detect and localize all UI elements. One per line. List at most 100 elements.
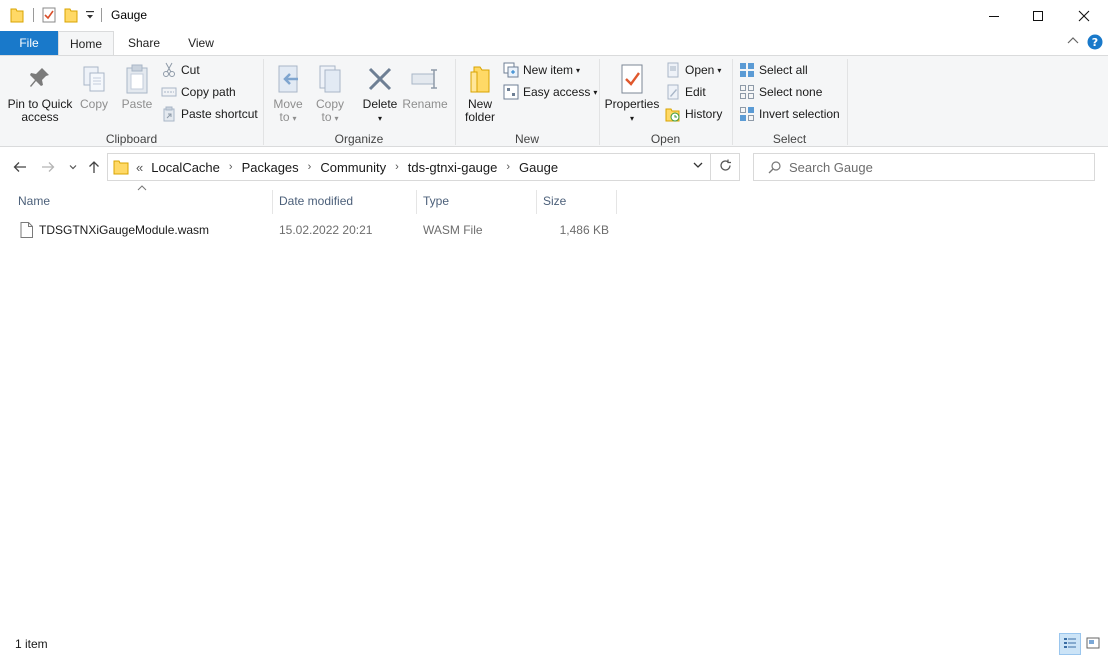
paste-shortcut-button[interactable]: Paste shortcut bbox=[161, 104, 258, 124]
copy-path-button[interactable]: Copy path bbox=[161, 82, 236, 102]
pin-to-quick-access-button[interactable]: Pin to Quick access bbox=[6, 60, 74, 124]
chevron-right-icon[interactable]: › bbox=[395, 161, 399, 173]
select-none-button[interactable]: Select none bbox=[739, 82, 822, 102]
large-icons-view-icon bbox=[1086, 637, 1100, 652]
open-button[interactable]: Open ▾ bbox=[665, 60, 721, 80]
back-arrow-icon[interactable] bbox=[9, 157, 31, 177]
table-row[interactable]: TDSGTNXiGaugeModule.wasm 15.02.2022 20:2… bbox=[16, 219, 616, 241]
help-icon[interactable]: ? bbox=[1087, 34, 1103, 53]
select-all-icon bbox=[739, 62, 755, 78]
edit-button[interactable]: Edit bbox=[665, 82, 706, 102]
maximize-button[interactable] bbox=[1015, 0, 1061, 31]
address-history-chevron-icon[interactable] bbox=[692, 160, 704, 173]
column-header-size[interactable]: Size bbox=[537, 187, 616, 215]
details-view-icon bbox=[1063, 637, 1077, 652]
scissors-icon bbox=[161, 62, 177, 78]
chevron-down-icon: ▾ bbox=[334, 114, 339, 123]
folder-icon[interactable] bbox=[10, 7, 24, 25]
rename-icon bbox=[402, 60, 448, 98]
details-view-button[interactable] bbox=[1059, 633, 1081, 655]
invert-selection-button[interactable]: Invert selection bbox=[739, 104, 840, 124]
open-icon bbox=[665, 62, 681, 78]
group-label-organize: Organize bbox=[334, 132, 384, 146]
breadcrumb-item[interactable]: tds-gtnxi-gauge bbox=[408, 160, 498, 175]
ribbon: Pin to Quick access Copy Paste Cut Copy … bbox=[0, 55, 1108, 147]
recent-locations-chevron-icon[interactable] bbox=[62, 157, 84, 177]
invert-selection-icon bbox=[739, 106, 755, 122]
easy-access-button[interactable]: Easy access ▾ bbox=[503, 82, 597, 102]
chevron-down-icon: ▾ bbox=[576, 65, 581, 75]
divider bbox=[33, 8, 34, 22]
copy-path-icon bbox=[161, 84, 177, 100]
copy-button[interactable]: Copy bbox=[76, 60, 112, 111]
breadcrumb-item[interactable]: Gauge bbox=[519, 160, 558, 175]
close-button[interactable] bbox=[1061, 0, 1107, 31]
chevron-down-icon: ▾ bbox=[717, 65, 722, 75]
copy-to-button[interactable]: Copy to ▾ bbox=[312, 60, 348, 125]
select-all-button[interactable]: Select all bbox=[739, 60, 808, 80]
breadcrumb-item[interactable]: Packages bbox=[242, 160, 299, 175]
select-none-icon bbox=[739, 84, 755, 100]
new-item-button[interactable]: New item ▾ bbox=[503, 60, 580, 80]
large-icons-view-button[interactable] bbox=[1082, 633, 1104, 655]
search-placeholder: Search Gauge bbox=[789, 159, 873, 175]
up-arrow-icon[interactable] bbox=[83, 157, 105, 177]
column-divider[interactable] bbox=[616, 190, 617, 214]
breadcrumb-item[interactable]: Community bbox=[320, 160, 386, 175]
file-date-modified: 15.02.2022 20:21 bbox=[279, 223, 373, 237]
title-bar: Gauge bbox=[0, 0, 1108, 31]
new-folder-icon[interactable] bbox=[64, 7, 78, 25]
file-type: WASM File bbox=[423, 223, 483, 237]
chevron-down-icon: ▾ bbox=[292, 114, 297, 123]
chevron-down-icon: ▾ bbox=[593, 87, 598, 97]
folder-icon bbox=[113, 159, 129, 175]
tab-share[interactable]: Share bbox=[118, 31, 170, 55]
move-to-icon bbox=[270, 60, 306, 98]
window-title: Gauge bbox=[111, 8, 148, 22]
collapse-ribbon-icon[interactable] bbox=[1067, 35, 1079, 49]
new-folder-icon bbox=[461, 60, 499, 98]
refresh-icon bbox=[719, 159, 732, 175]
file-name: TDSGTNXiGaugeModule.wasm bbox=[39, 223, 210, 237]
copy-to-icon bbox=[312, 60, 348, 98]
status-item-count: 1 item bbox=[15, 637, 48, 651]
history-button[interactable]: History bbox=[665, 104, 722, 124]
copy-icon bbox=[76, 60, 112, 98]
new-item-icon bbox=[503, 62, 519, 78]
move-to-button[interactable]: Move to ▾ bbox=[270, 60, 306, 125]
refresh-button[interactable] bbox=[711, 153, 740, 181]
svg-text:?: ? bbox=[1092, 36, 1098, 49]
file-size: 1,486 KB bbox=[559, 223, 609, 237]
file-icon bbox=[20, 222, 33, 238]
column-header-type[interactable]: Type bbox=[417, 187, 536, 215]
ribbon-tabs: File Home Share View ? bbox=[0, 31, 1108, 56]
tab-home[interactable]: Home bbox=[58, 31, 114, 56]
properties-icon[interactable] bbox=[42, 7, 56, 25]
column-header-name[interactable]: Name bbox=[12, 187, 272, 215]
chevron-right-icon[interactable]: › bbox=[308, 161, 312, 173]
group-divider bbox=[847, 59, 848, 145]
address-bar[interactable]: « LocalCache › Packages › Community › td… bbox=[107, 153, 711, 181]
properties-button[interactable]: Properties ▾ bbox=[604, 60, 660, 125]
chevron-right-icon[interactable]: › bbox=[229, 161, 233, 173]
tab-file[interactable]: File bbox=[0, 31, 58, 55]
search-input[interactable]: Search Gauge bbox=[753, 153, 1095, 181]
breadcrumb-item[interactable]: LocalCache bbox=[151, 160, 220, 175]
paste-shortcut-icon bbox=[161, 106, 177, 122]
paste-button[interactable]: Paste bbox=[118, 60, 156, 111]
group-label-new: New bbox=[514, 132, 539, 146]
chevron-right-icon[interactable]: › bbox=[506, 161, 510, 173]
rename-button[interactable]: Rename bbox=[402, 60, 448, 111]
pin-icon bbox=[6, 60, 74, 98]
column-header-date-modified[interactable]: Date modified bbox=[273, 187, 416, 215]
customize-toolbar-icon[interactable] bbox=[85, 9, 95, 27]
forward-arrow-icon[interactable] bbox=[37, 157, 59, 177]
minimize-button[interactable] bbox=[971, 0, 1017, 31]
edit-icon bbox=[665, 84, 681, 100]
tab-view[interactable]: View bbox=[178, 31, 224, 55]
breadcrumb-overflow[interactable]: « bbox=[136, 160, 143, 175]
group-label-clipboard: Clipboard bbox=[105, 132, 158, 146]
new-folder-button[interactable]: New folder bbox=[461, 60, 499, 124]
delete-button[interactable]: Delete ▾ bbox=[361, 60, 399, 125]
cut-button[interactable]: Cut bbox=[161, 60, 200, 80]
